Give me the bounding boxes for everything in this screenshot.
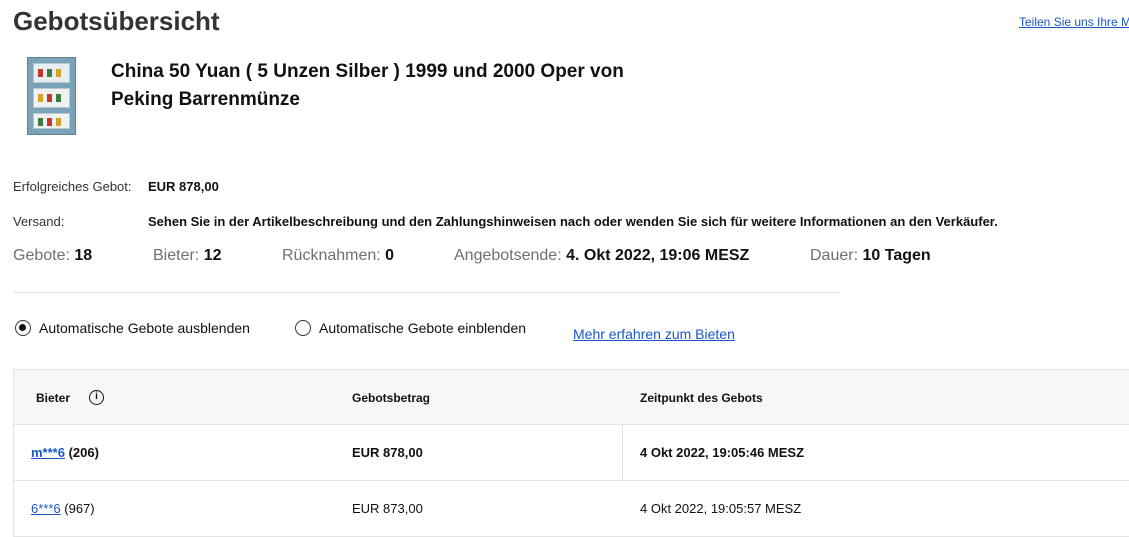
winning-bid-value: EUR 878,00 <box>148 179 219 194</box>
column-separator <box>622 425 623 480</box>
bidder-cell: m***6 (206) <box>31 445 99 460</box>
bidder-link[interactable]: 6***6 <box>31 501 61 516</box>
end-label: Angebotsende: <box>454 247 562 264</box>
retractions-label: Rücknahmen: <box>282 247 381 264</box>
end-value: 4. Okt 2022, 19:06 MESZ <box>566 247 750 264</box>
bidder-link[interactable]: m***6 <box>31 445 65 460</box>
bidder-feedback: (206) <box>68 445 99 460</box>
divider <box>13 292 841 293</box>
bidder-cell: 6***6 (967) <box>31 501 95 516</box>
page-title: Gebotsübersicht <box>13 6 220 36</box>
column-header-bidder: Bieter <box>36 391 71 405</box>
bids-label: Gebote: <box>13 247 70 264</box>
thumbnail-panel <box>33 113 70 129</box>
learn-more-link[interactable]: Mehr erfahren zum Bieten <box>573 326 735 342</box>
stat-bidders: Bieter: 12 <box>153 247 222 265</box>
thumbnail-panel <box>33 63 70 83</box>
show-auto-bids-radio[interactable]: Automatische Gebote einblenden <box>295 320 526 336</box>
amount-cell: EUR 873,00 <box>352 501 423 516</box>
bid-history-table: Bieter i Gebotsbetrag Zeitpunkt des Gebo… <box>13 369 1129 537</box>
stat-bids: Gebote: 18 <box>13 247 92 265</box>
radio-unchecked-icon[interactable] <box>295 320 311 336</box>
hide-auto-bids-label[interactable]: Automatische Gebote ausblenden <box>39 320 250 336</box>
table-header: Bieter i Gebotsbetrag Zeitpunkt des Gebo… <box>13 369 1129 425</box>
radio-checked-icon[interactable] <box>15 320 31 336</box>
winning-bid-label: Erfolgreiches Gebot: <box>13 179 132 194</box>
duration-value: 10 Tagen <box>862 247 931 264</box>
hide-auto-bids-radio[interactable]: Automatische Gebote ausblenden <box>15 320 250 336</box>
bidder-feedback: (967) <box>64 501 95 516</box>
stat-end: Angebotsende: 4. Okt 2022, 19:06 MESZ <box>454 247 749 265</box>
info-icon[interactable]: i <box>89 390 104 405</box>
item-thumbnail[interactable] <box>27 57 76 135</box>
duration-label: Dauer: <box>810 247 859 264</box>
amount-cell: EUR 878,00 <box>352 445 423 460</box>
stat-retractions: Rücknahmen: 0 <box>282 247 394 265</box>
bidders-value: 12 <box>203 247 222 264</box>
table-row: 6***6 (967) EUR 873,00 4 Okt 2022, 19:05… <box>13 481 1129 537</box>
show-auto-bids-label[interactable]: Automatische Gebote einblenden <box>319 320 526 336</box>
retractions-value: 0 <box>385 247 395 264</box>
bids-value: 18 <box>74 247 93 264</box>
column-header-amount: Gebotsbetrag <box>352 391 431 405</box>
share-feedback-link[interactable]: Teilen Sie uns Ihre M <box>1019 15 1129 29</box>
column-header-time: Zeitpunkt des Gebots <box>640 391 763 405</box>
table-row: m***6 (206) EUR 878,00 4 Okt 2022, 19:05… <box>13 425 1129 481</box>
shipping-label: Versand: <box>13 214 65 229</box>
stat-duration: Dauer: 10 Tagen <box>810 247 931 265</box>
time-cell: 4 Okt 2022, 19:05:57 MESZ <box>640 501 802 516</box>
time-cell: 4 Okt 2022, 19:05:46 MESZ <box>640 445 805 460</box>
bidders-label: Bieter: <box>153 247 200 264</box>
thumbnail-panel <box>33 88 70 108</box>
shipping-value: Sehen Sie in der Artikelbeschreibung und… <box>148 214 998 229</box>
item-title[interactable]: China 50 Yuan ( 5 Unzen Silber ) 1999 un… <box>111 58 691 114</box>
